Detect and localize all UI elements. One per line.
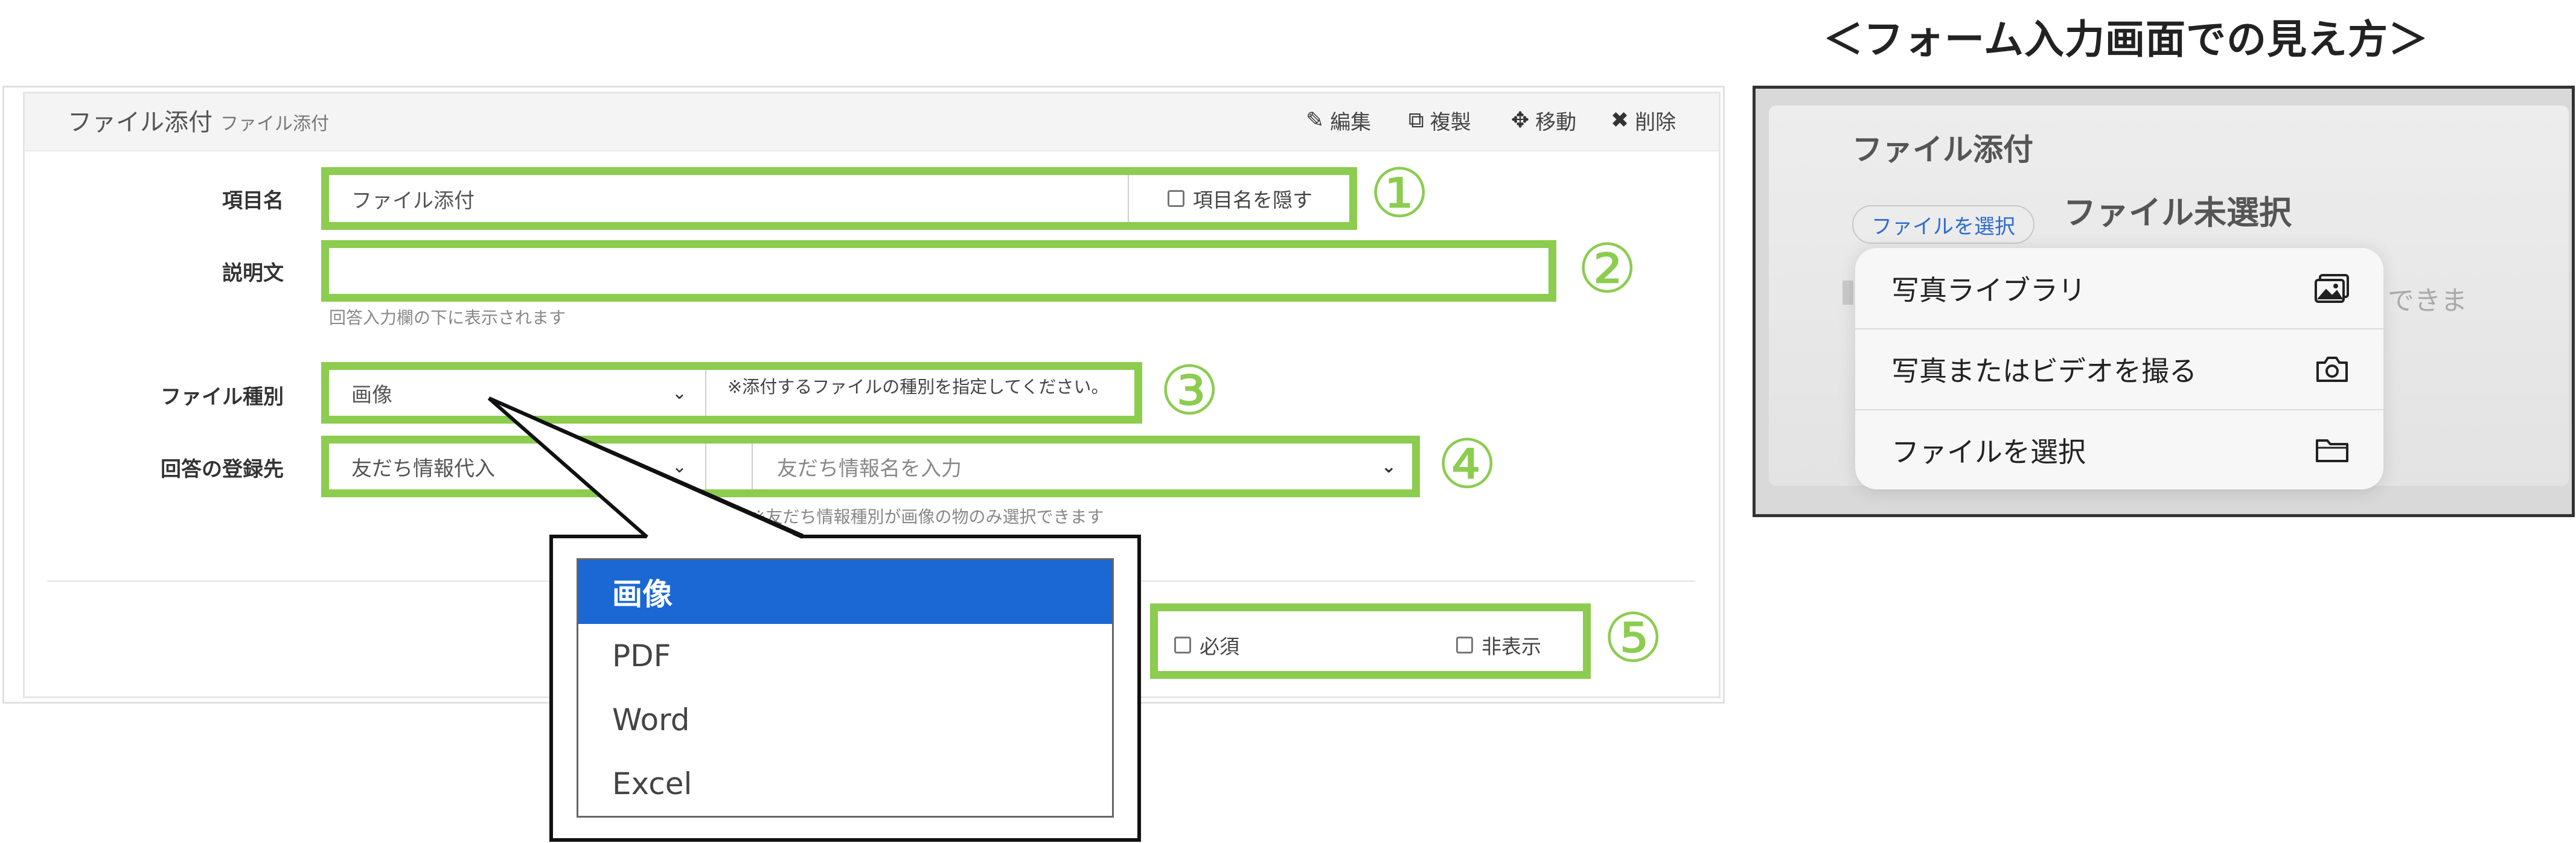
option-excel[interactable]: Excel bbox=[578, 752, 1112, 816]
option-word[interactable]: Word bbox=[578, 688, 1112, 752]
menu-item-photo-library[interactable]: 写真ライブラリ bbox=[1855, 248, 2383, 328]
option-image[interactable]: 画像 bbox=[578, 560, 1112, 624]
choose-file-button[interactable]: ファイルを選択 bbox=[1852, 205, 2034, 244]
camera-icon bbox=[2316, 356, 2348, 382]
background-text: できま bbox=[2388, 285, 2467, 316]
menu-item-take-photo[interactable]: 写真またはビデオを撮る bbox=[1855, 329, 2383, 409]
background-text-fragment bbox=[1843, 281, 1853, 305]
file-source-menu: 写真ライブラリ 写真またはビデオを撮る ファイルを選択 bbox=[1855, 248, 2383, 489]
no-file-label: ファイル未選択 bbox=[2063, 194, 2292, 232]
option-pdf[interactable]: PDF bbox=[578, 624, 1112, 688]
preview-field-title: ファイル添付 bbox=[1852, 132, 2033, 167]
menu-item-choose-file[interactable]: ファイルを選択 bbox=[1855, 410, 2383, 490]
photo-library-icon bbox=[2315, 273, 2349, 303]
folder-icon bbox=[2316, 439, 2348, 462]
file-type-options-list: 画像 PDF Word Excel bbox=[577, 558, 1114, 818]
preview-heading: ＜フォーム入力画面での見え方＞ bbox=[1823, 16, 2429, 63]
